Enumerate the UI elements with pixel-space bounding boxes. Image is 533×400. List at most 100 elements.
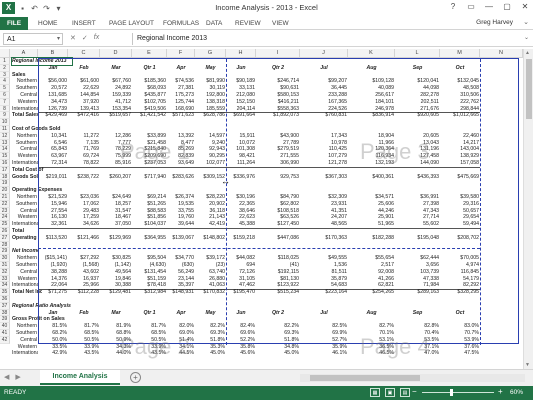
horizontal-scrollbar[interactable] (300, 374, 525, 382)
row-header[interactable]: 13 (0, 139, 10, 147)
region-label[interactable]: Central (12, 337, 38, 344)
select-all-corner[interactable] (0, 49, 10, 58)
row-header[interactable]: 12 (0, 132, 10, 140)
column-header[interactable]: D (100, 49, 132, 58)
region-label[interactable]: Western (12, 344, 38, 351)
region-label[interactable]: Western (12, 153, 38, 160)
row-header[interactable]: 37 (0, 302, 10, 310)
row-header[interactable]: 22 (0, 200, 10, 208)
column-header[interactable]: A (10, 49, 38, 58)
scroll-up-icon[interactable]: ▲ (525, 50, 530, 56)
row-header[interactable]: 29 (0, 248, 10, 256)
value-cell[interactable]: 46.1% (300, 350, 348, 357)
region-label[interactable]: International (12, 221, 38, 228)
region-label[interactable]: International (12, 160, 38, 167)
next-sheet-icon[interactable]: ▶ (15, 373, 20, 381)
row-header[interactable]: 28 (0, 241, 10, 249)
row-header[interactable]: 24 (0, 214, 10, 222)
row-header[interactable]: 4 (0, 78, 10, 86)
column-header[interactable]: G (195, 49, 226, 58)
row-header[interactable]: 11 (0, 126, 10, 133)
row-header[interactable]: 33 (0, 275, 10, 283)
region-label[interactable]: International (12, 282, 38, 289)
page-break-preview-icon[interactable]: ▤ (400, 388, 410, 397)
region-label[interactable]: Western (12, 276, 38, 283)
region-label[interactable]: International (12, 350, 38, 357)
row-header[interactable]: 25 (0, 221, 10, 228)
total-label[interactable]: Operating (12, 235, 38, 242)
row-header[interactable]: 34 (0, 282, 10, 290)
value-cell[interactable]: 33.5% (38, 344, 68, 351)
expand-formula-bar-icon[interactable]: ⌄ (524, 34, 529, 41)
previous-sheet-icon[interactable]: ◀ (4, 373, 9, 381)
tab-insert[interactable]: INSERT (72, 17, 96, 30)
name-box[interactable]: A1 ▾ (3, 33, 63, 45)
region-label[interactable]: Southern (12, 201, 38, 208)
region-label[interactable]: Northern (12, 133, 38, 140)
region-label[interactable]: Northern (12, 78, 38, 85)
column-header[interactable]: M (440, 49, 480, 58)
cancel-entry-button[interactable]: ✕ (70, 34, 76, 42)
region-label[interactable]: Western (12, 99, 38, 106)
value-cell[interactable]: 45.0% (195, 350, 226, 357)
close-button[interactable]: ✕ (519, 1, 531, 13)
sheet-tab-income-analysis[interactable]: Income Analysis (40, 370, 120, 385)
region-label[interactable]: Western (12, 214, 38, 221)
vertical-scrollbar[interactable]: ▲ ▼ (523, 49, 533, 369)
value-cell[interactable]: 35.9% (300, 344, 348, 351)
row-header[interactable]: 15 (0, 153, 10, 160)
total-label[interactable]: Goods Sold (12, 174, 38, 181)
row-header[interactable]: 32 (0, 268, 10, 276)
column-header[interactable]: J (300, 49, 348, 58)
row-header[interactable]: 3 (0, 71, 10, 79)
region-label[interactable]: Central (12, 208, 38, 215)
row-header[interactable]: 41 (0, 330, 10, 337)
tab-formulas[interactable]: FORMULAS (163, 17, 199, 30)
row-header[interactable]: 36 (0, 296, 10, 303)
row-header[interactable]: 42 (0, 336, 10, 344)
column-header[interactable]: C (68, 49, 100, 58)
vertical-scroll-thumb[interactable] (526, 59, 532, 119)
page-layout-view-icon[interactable]: ▣ (385, 388, 395, 397)
value-cell[interactable]: 45.0% (256, 350, 300, 357)
worksheet-grid[interactable]: A B C D E F G H I J K L M N 1 2 3 4 5 6 7 8 9 10 11 12 13 14 15 16 17 1… (0, 49, 523, 369)
column-header[interactable]: H (226, 49, 256, 58)
value-cell[interactable]: 33.9% (68, 344, 100, 351)
total-label[interactable]: Total Sales (12, 112, 38, 119)
row-header[interactable]: 21 (0, 194, 10, 201)
region-label[interactable]: Northern (12, 255, 38, 262)
zoom-out-button[interactable]: − (412, 387, 417, 396)
tab-data[interactable]: DATA (206, 17, 222, 30)
minimize-button[interactable]: — (483, 1, 495, 13)
section-label[interactable]: Sales (12, 72, 38, 79)
row-header[interactable]: 1 (0, 58, 10, 65)
section-label[interactable]: Net Income (12, 248, 38, 255)
zoom-level[interactable]: 60% (510, 389, 523, 396)
value-cell[interactable]: 42.9% (38, 350, 68, 357)
zoom-in-button[interactable]: + (498, 387, 503, 396)
row-header[interactable]: 19 (0, 180, 10, 188)
zoom-slider-handle[interactable] (450, 389, 453, 396)
help-button[interactable]: ? (447, 1, 459, 13)
column-header[interactable]: K (348, 49, 395, 58)
tab-review[interactable]: REVIEW (235, 17, 261, 30)
tab-home[interactable]: HOME (38, 17, 58, 30)
row-header[interactable]: 5 (0, 85, 10, 92)
row-header[interactable]: 26 (0, 228, 10, 235)
region-label[interactable]: Central (12, 146, 38, 153)
value-cell[interactable]: 45.6% (226, 350, 256, 357)
row-header[interactable]: 35 (0, 289, 10, 296)
region-label[interactable]: Southern (12, 85, 38, 92)
region-label[interactable]: Northern (12, 323, 38, 330)
row-header[interactable]: 27 (0, 234, 10, 242)
value-cell[interactable]: 37.6% (440, 344, 480, 351)
row-header[interactable]: 17 (0, 166, 10, 174)
column-header[interactable]: I (256, 49, 300, 58)
user-name[interactable]: Greg Harvey (476, 19, 513, 26)
expand-ribbon-icon[interactable]: ⌄ (523, 18, 529, 26)
row-header[interactable]: 38 (0, 309, 10, 317)
ribbon-display-button[interactable]: ▭ (465, 1, 477, 13)
row-header[interactable]: 23 (0, 207, 10, 215)
enter-button[interactable]: ✓ (82, 34, 88, 42)
column-header[interactable]: B (38, 49, 68, 58)
